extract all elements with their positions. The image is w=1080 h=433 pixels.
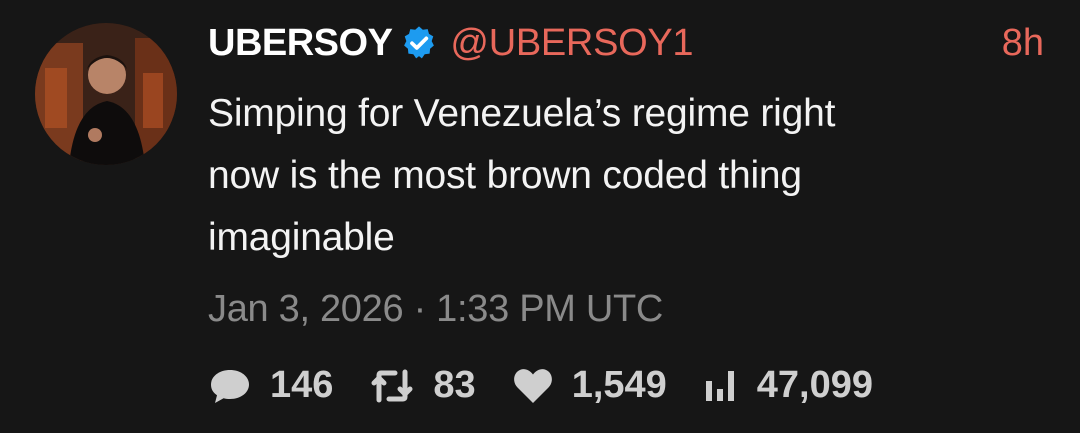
tweet-text-line: imaginable <box>208 216 395 259</box>
retweet-stat[interactable]: 83 <box>369 364 476 407</box>
reply-stat[interactable]: 146 <box>208 364 333 407</box>
user-handle[interactable]: @UBERSOY1 <box>450 22 693 65</box>
retweet-count: 83 <box>433 364 476 406</box>
tweet-content: UBERSOY @UBERSOY1 8h Simping for Venezue… <box>208 20 1044 331</box>
tweet-text-line: now is the most brown coded thing <box>208 154 802 197</box>
like-stat[interactable]: 1,549 <box>512 364 667 407</box>
tweet-text: Simping for Venezuela’s regime right now… <box>208 83 1008 269</box>
tweet-card[interactable]: UBERSOY @UBERSOY1 8h Simping for Venezue… <box>0 0 1080 433</box>
reply-icon <box>211 369 249 403</box>
views-icon <box>705 370 734 401</box>
display-name[interactable]: UBERSOY <box>208 22 393 65</box>
time-ago[interactable]: 8h <box>1002 22 1044 65</box>
like-icon <box>513 368 552 403</box>
tweet-date[interactable]: Jan 3, 2026 · 1:33 PM UTC <box>208 288 1044 331</box>
verified-badge-icon <box>400 24 438 62</box>
views-stat[interactable]: 47,099 <box>703 364 873 407</box>
tweet-text-line: Simping for Venezuela’s regime right <box>208 92 836 135</box>
retweet-icon <box>371 369 413 402</box>
reply-count: 146 <box>270 364 334 406</box>
avatar[interactable] <box>35 23 177 165</box>
views-count: 47,099 <box>756 364 874 406</box>
like-count: 1,549 <box>571 364 667 406</box>
tweet-header: UBERSOY @UBERSOY1 8h <box>208 20 1044 66</box>
tweet-stats: 146 83 1,549 47,099 <box>208 364 909 407</box>
